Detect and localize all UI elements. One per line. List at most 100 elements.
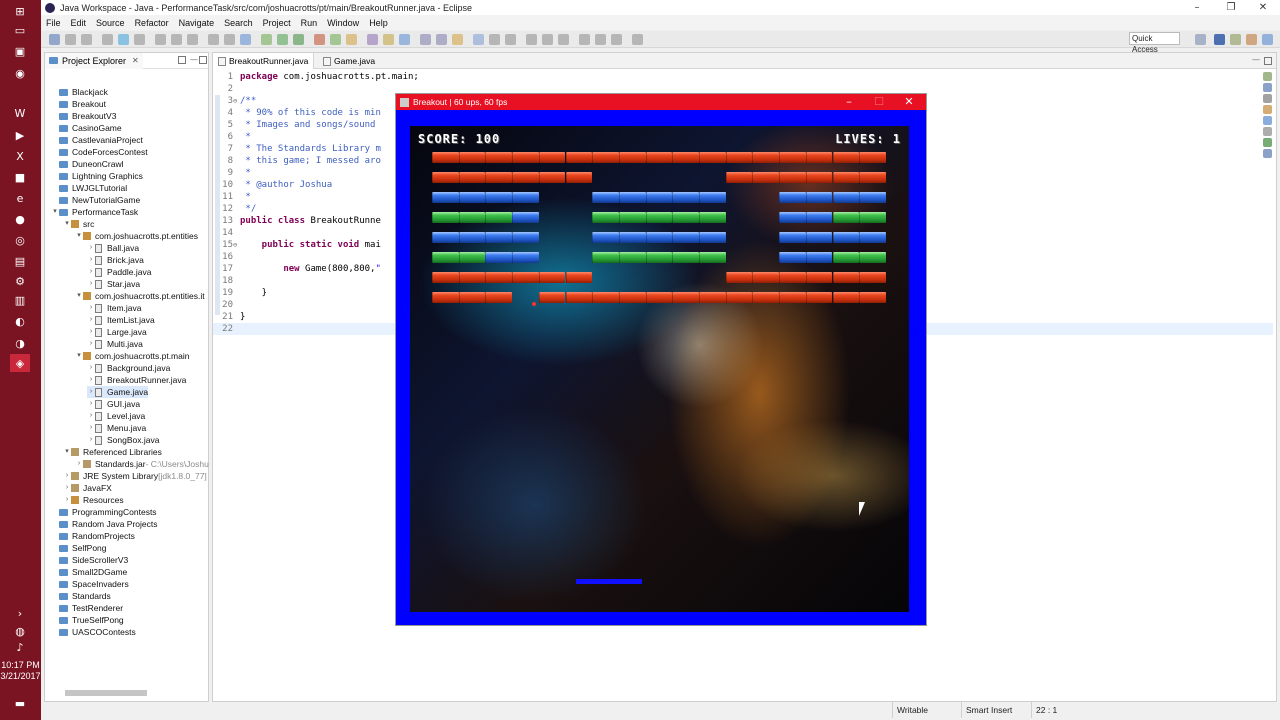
menu-refactor[interactable]: Refactor: [130, 18, 174, 28]
toolbar-button-icon[interactable]: [367, 34, 378, 45]
quick-access-field[interactable]: Quick Access: [1129, 32, 1180, 54]
tree-item[interactable]: UASCOContests: [51, 626, 136, 638]
game-close-button[interactable]: ✕: [894, 94, 924, 110]
collapsed-arrow-icon[interactable]: ›: [87, 266, 95, 278]
tree-item[interactable]: › JRE System Library [jdk1.8.0_77]: [63, 470, 207, 482]
maximize-button[interactable]: ❐: [1214, 0, 1248, 15]
toolbar-button-icon[interactable]: [452, 34, 463, 45]
open-perspective-icon[interactable]: [1195, 34, 1206, 45]
maximize-view-icon[interactable]: [199, 56, 207, 64]
toolbar-button-icon[interactable]: [489, 34, 500, 45]
collapsed-arrow-icon[interactable]: ›: [87, 410, 95, 422]
git-perspective-icon[interactable]: [1246, 34, 1257, 45]
toolbar-button-icon[interactable]: [240, 34, 251, 45]
collapse-all-icon[interactable]: [178, 56, 186, 64]
tree-item[interactable]: › Ball.java: [87, 242, 139, 254]
tree-item[interactable]: Blackjack: [51, 86, 108, 98]
java-perspective-icon[interactable]: [1214, 34, 1225, 45]
firefox-icon[interactable]: ●: [10, 210, 30, 228]
tree-item[interactable]: ProgrammingContests: [51, 506, 157, 518]
collapsed-arrow-icon[interactable]: ›: [87, 398, 95, 410]
toolbar-button-icon[interactable]: [579, 34, 590, 45]
toolbar-button-icon[interactable]: [526, 34, 537, 45]
editor-tab-game[interactable]: Game.java: [318, 53, 380, 69]
toolbar-button-icon[interactable]: [81, 34, 92, 45]
tree-item[interactable]: ▾ src: [63, 218, 94, 230]
toolbar-button-icon[interactable]: [65, 34, 76, 45]
game-minimize-button[interactable]: –: [834, 94, 864, 110]
collapsed-arrow-icon[interactable]: ›: [87, 386, 95, 398]
menu-window[interactable]: Window: [322, 18, 364, 28]
settings-icon[interactable]: ⚙: [10, 272, 30, 290]
tree-item[interactable]: Standards: [51, 590, 111, 602]
toolbar-button-icon[interactable]: [505, 34, 516, 45]
tree-item[interactable]: › Level.java: [87, 410, 145, 422]
minimize-view-icon[interactable]: —: [190, 55, 198, 64]
tree-item[interactable]: › JavaFX: [63, 482, 112, 494]
file-explorer-icon[interactable]: ▣: [10, 42, 30, 60]
tree-item[interactable]: LWJGLTutorial: [51, 182, 127, 194]
tree-item[interactable]: SideScrollerV3: [51, 554, 128, 566]
tree-item[interactable]: SelfPong: [51, 542, 107, 554]
toolbar-button-icon[interactable]: [155, 34, 166, 45]
excel-icon[interactable]: X: [10, 147, 30, 165]
toolbar-button-icon[interactable]: [473, 34, 484, 45]
tree-item[interactable]: › Standards.jar - C:\Users\Joshu: [75, 458, 209, 470]
menu-run[interactable]: Run: [296, 18, 323, 28]
editor-tab-breakoutrunner[interactable]: BreakoutRunner.java: [213, 53, 315, 69]
powerpoint-icon[interactable]: ▶: [10, 126, 30, 144]
toolbar-button-icon[interactable]: [383, 34, 394, 45]
tree-item[interactable]: ▾ PerformanceTask: [51, 206, 138, 218]
toolbar-button-icon[interactable]: [611, 34, 622, 45]
tree-item[interactable]: Breakout: [51, 98, 106, 110]
collapsed-arrow-icon[interactable]: ›: [63, 470, 71, 482]
tree-item[interactable]: Small2DGame: [51, 566, 127, 578]
collapsed-arrow-icon[interactable]: ›: [87, 314, 95, 326]
expanded-arrow-icon[interactable]: ▾: [63, 446, 71, 458]
tree-item[interactable]: › Game.java: [87, 386, 149, 398]
toolbar-button-icon[interactable]: [436, 34, 447, 45]
volume-icon[interactable]: ♪: [10, 638, 30, 656]
tree-item[interactable]: › ItemList.java: [87, 314, 155, 326]
tree-item[interactable]: ▾ com.joshuacrotts.pt.entities: [75, 230, 198, 242]
tree-item[interactable]: DuneonCrawl: [51, 158, 124, 170]
menu-help[interactable]: Help: [364, 18, 393, 28]
tree-item[interactable]: › Background.java: [87, 362, 171, 374]
tray-chevron-icon[interactable]: ›: [10, 604, 30, 622]
close-button[interactable]: ✕: [1246, 0, 1280, 15]
collapsed-arrow-icon[interactable]: ›: [87, 254, 95, 266]
menu-file[interactable]: File: [41, 18, 66, 28]
collapsed-arrow-icon[interactable]: ›: [87, 362, 95, 374]
toolbar-button-icon[interactable]: [595, 34, 606, 45]
tree-item[interactable]: › Brick.java: [87, 254, 144, 266]
toolbar-button-icon[interactable]: [314, 34, 325, 45]
search-view-icon[interactable]: [1263, 138, 1272, 147]
toolbar-button-icon[interactable]: [346, 34, 357, 45]
breakout-game-window[interactable]: Breakout | 60 ups, 60 fps – ☐ ✕ SCORE: 1…: [395, 93, 927, 626]
tree-item[interactable]: Random Java Projects: [51, 518, 158, 530]
remote-desktop-icon[interactable]: ▤: [10, 252, 30, 270]
fold-toggle-icon[interactable]: ⊖: [233, 95, 237, 107]
collapsed-arrow-icon[interactable]: ›: [87, 374, 95, 386]
tree-item[interactable]: SpaceInvaders: [51, 578, 129, 590]
collapsed-arrow-icon[interactable]: ›: [63, 494, 71, 506]
windows-start-icon[interactable]: ⊞: [10, 2, 30, 20]
collapsed-arrow-icon[interactable]: ›: [87, 278, 95, 290]
menu-edit[interactable]: Edit: [66, 18, 92, 28]
menu-project[interactable]: Project: [258, 18, 296, 28]
tree-item[interactable]: TestRenderer: [51, 602, 123, 614]
media-icon[interactable]: ◐: [10, 312, 30, 330]
toolbar-button-icon[interactable]: [224, 34, 235, 45]
toolbar-button-icon[interactable]: [558, 34, 569, 45]
eclipse-icon[interactable]: ◈: [10, 354, 30, 372]
fold-toggle-icon[interactable]: ⊖: [233, 239, 237, 251]
debug-perspective-icon[interactable]: [1230, 34, 1241, 45]
console-icon[interactable]: [1263, 94, 1272, 103]
toolbar-button-icon[interactable]: [187, 34, 198, 45]
collapsed-arrow-icon[interactable]: ›: [87, 434, 95, 446]
scrollbar-thumb[interactable]: [65, 690, 147, 696]
outline-icon[interactable]: [1263, 72, 1272, 81]
tree-item[interactable]: › Large.java: [87, 326, 147, 338]
toolbar-button-icon[interactable]: [399, 34, 410, 45]
menu-navigate[interactable]: Navigate: [174, 18, 220, 28]
